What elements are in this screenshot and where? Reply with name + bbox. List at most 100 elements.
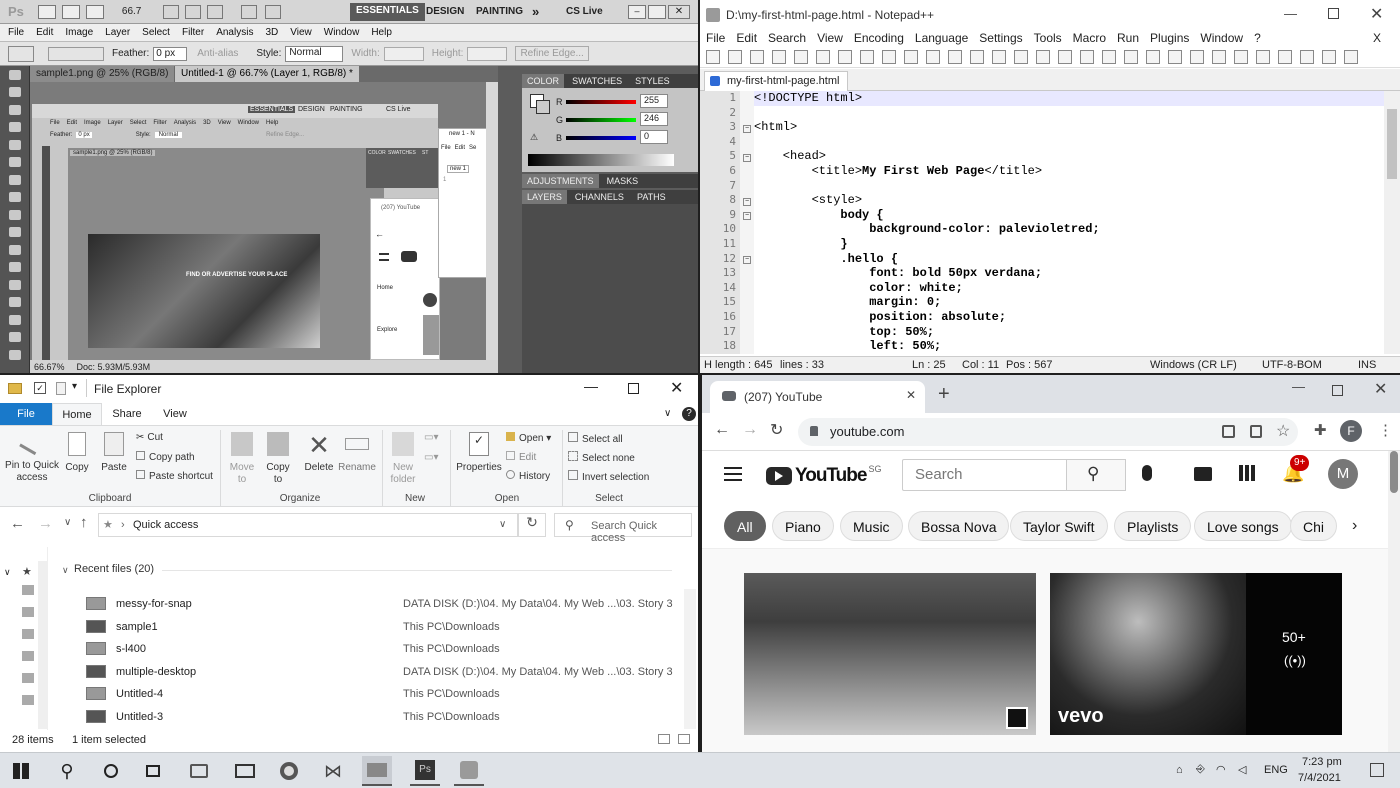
nav-item-icon[interactable] [22, 651, 34, 661]
npp-toolbar-button-icon[interactable] [1256, 50, 1270, 64]
chrome-tab-youtube[interactable]: (207) YouTube ✕ [710, 381, 925, 413]
ps-tool-icon[interactable] [0, 346, 30, 364]
mini-bridge-icon[interactable] [61, 4, 80, 19]
restore-icon[interactable] [648, 5, 666, 19]
refresh-icon[interactable]: ↻ [518, 513, 546, 537]
menu-help[interactable]: ? [1254, 31, 1261, 45]
ps-doc-tab-sample1[interactable]: sample1.png @ 25% (RGB/8) [30, 66, 175, 82]
marquee-preset-icon[interactable] [8, 45, 34, 62]
menu-settings[interactable]: Settings [979, 31, 1022, 45]
cortana-icon[interactable] [96, 756, 126, 786]
details-view-icon[interactable] [658, 734, 670, 744]
new-item-icon[interactable]: ▭▾ [424, 432, 438, 443]
menu-image[interactable]: Image [65, 27, 93, 38]
scroll-thumb[interactable] [1387, 109, 1397, 179]
open-button[interactable]: Open ▾ [506, 432, 551, 444]
task-view-icon[interactable] [138, 756, 168, 786]
tab-swatches[interactable]: SWATCHES [567, 74, 627, 88]
expand-chevron-icon[interactable]: ∨ [4, 567, 11, 578]
history-button[interactable]: History [506, 470, 550, 482]
fold-toggle-icon[interactable]: − [743, 125, 751, 133]
menu-macro[interactable]: Macro [1073, 31, 1106, 45]
tab-close-icon[interactable]: ✕ [906, 388, 916, 402]
ps-tool-icon[interactable] [0, 189, 30, 207]
menu-edit[interactable]: Edit [36, 27, 53, 38]
fold-toggle-icon[interactable]: − [743, 198, 751, 206]
menu-window[interactable]: Window [1200, 31, 1243, 45]
maximize-icon[interactable] [1332, 385, 1343, 396]
ps-tool-icon[interactable] [0, 171, 30, 189]
npp-toolbar-button-icon[interactable] [1146, 50, 1160, 64]
npp-toolbar-button-icon[interactable] [948, 50, 962, 64]
menu-language[interactable]: Language [915, 31, 968, 45]
profile-avatar[interactable]: F [1340, 420, 1362, 442]
g-slider[interactable] [566, 118, 636, 122]
menu-file[interactable]: File [706, 31, 725, 45]
ps-zoom-level[interactable]: 66.7 [122, 6, 141, 17]
reload-icon[interactable]: ↻ [770, 420, 783, 440]
menu-file[interactable]: File [8, 27, 24, 38]
g-input[interactable]: 246 [640, 112, 668, 126]
npp-toolbar-button-icon[interactable] [1322, 50, 1336, 64]
npp-toolbar-button-icon[interactable] [1190, 50, 1204, 64]
minimize-icon[interactable]: – [628, 5, 646, 19]
select-all-button[interactable]: Select all [568, 432, 623, 445]
r-slider[interactable] [566, 100, 636, 104]
video-thumbnail-flowers[interactable] [744, 573, 1036, 735]
close-doc-button[interactable]: X [1373, 31, 1381, 45]
menu-layer[interactable]: Layer [105, 27, 130, 38]
select-none-button[interactable]: Select none [568, 451, 635, 464]
view-extras-icon[interactable] [85, 4, 104, 19]
ps-doc-tab-untitled1[interactable]: Untitled-1 @ 66.7% (Layer 1, RGB/8) * [175, 66, 359, 82]
chip-bossa-nova[interactable]: Bossa Nova [908, 511, 1010, 541]
ps-tool-icon[interactable] [0, 241, 30, 259]
npp-toolbar-button-icon[interactable] [1344, 50, 1358, 64]
menu-select[interactable]: Select [142, 27, 170, 38]
file-row[interactable]: Untitled-4 This PC\Downloads [48, 683, 684, 705]
npp-toolbar-button-icon[interactable] [1036, 50, 1050, 64]
youtube-scrollbar[interactable] [1388, 451, 1400, 752]
properties-checkbox-icon[interactable]: ✓ [34, 382, 46, 394]
close-icon[interactable]: ✕ [668, 5, 690, 19]
copy-to-button[interactable]: Copy to [262, 432, 294, 486]
chip-taylor-swift[interactable]: Taylor Swift [1010, 511, 1108, 541]
paste-shortcut-button[interactable]: Paste shortcut [136, 470, 213, 482]
omnibox[interactable]: youtube.com ☆ [798, 418, 1298, 446]
nav-item-icon[interactable] [22, 629, 34, 639]
network-icon[interactable]: ⌂ [1176, 764, 1183, 776]
chip-chi[interactable]: Chi [1290, 511, 1338, 541]
style-select[interactable]: Normal [285, 45, 344, 62]
recent-locations-icon[interactable]: ∨ [64, 517, 71, 528]
menu-edit[interactable]: Edit [736, 31, 757, 45]
file-row[interactable]: multiple-desktop DATA DISK (D:)\04. My Da… [48, 661, 684, 683]
menu-encoding[interactable]: Encoding [854, 31, 904, 45]
npp-toolbar-button-icon[interactable] [992, 50, 1006, 64]
tab-share[interactable]: Share [104, 403, 150, 425]
menu-view[interactable]: View [817, 31, 843, 45]
b-slider[interactable] [566, 136, 636, 140]
file-row[interactable]: s-l400 This PC\Downloads [48, 638, 684, 660]
paste-button[interactable]: Paste [98, 432, 130, 473]
hand-tool-icon[interactable] [163, 4, 180, 19]
npp-toolbar-button-icon[interactable] [1300, 50, 1314, 64]
npp-toolbar-button-icon[interactable] [1212, 50, 1226, 64]
ps-tool-icon[interactable] [0, 329, 30, 347]
color-ramp[interactable] [528, 154, 674, 166]
cs-live-menu[interactable]: CS Live [566, 6, 603, 17]
npp-toolbar-button-icon[interactable] [1124, 50, 1138, 64]
forward-icon[interactable]: → [742, 421, 758, 439]
npp-toolbar-button-icon[interactable] [1102, 50, 1116, 64]
search-icon[interactable]: ⚲ [52, 756, 82, 786]
menu-help[interactable]: Help [371, 27, 392, 38]
tab-view[interactable]: View [152, 403, 198, 425]
minimize-icon[interactable]: — [1292, 379, 1305, 394]
rename-button[interactable]: Rename [338, 432, 376, 473]
scroll-thumb[interactable] [1390, 451, 1398, 493]
tab-adjustments[interactable]: ADJUSTMENTS [522, 174, 599, 188]
tab-home[interactable]: Home [52, 403, 102, 425]
npp-toolbar-button-icon[interactable] [728, 50, 742, 64]
list-scrollbar[interactable] [684, 589, 696, 729]
ps-tool-icon[interactable] [0, 84, 30, 102]
search-button[interactable]: ⚲ [1066, 459, 1126, 491]
ps-tool-icon[interactable] [0, 276, 30, 294]
